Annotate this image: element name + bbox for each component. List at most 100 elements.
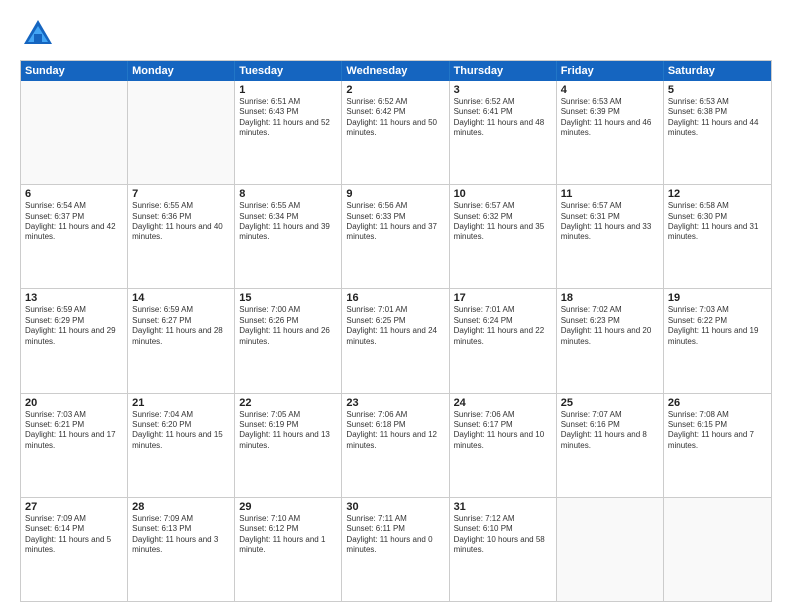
calendar-body: 1Sunrise: 6:51 AMSunset: 6:43 PMDaylight…	[21, 81, 771, 601]
day-number: 17	[454, 292, 552, 304]
day-number: 26	[668, 397, 767, 409]
day-cell-empty	[664, 498, 771, 601]
daylight-text: Daylight: 11 hours and 28 minutes.	[132, 326, 230, 347]
daylight-text: Daylight: 11 hours and 35 minutes.	[454, 222, 552, 243]
day-number: 3	[454, 84, 552, 96]
daylight-text: Daylight: 11 hours and 0 minutes.	[346, 535, 444, 556]
daylight-text: Daylight: 11 hours and 7 minutes.	[668, 430, 767, 451]
sunrise-text: Sunrise: 7:01 AM	[454, 305, 552, 315]
daylight-text: Daylight: 11 hours and 19 minutes.	[668, 326, 767, 347]
sunrise-text: Sunrise: 6:57 AM	[561, 201, 659, 211]
daylight-text: Daylight: 11 hours and 37 minutes.	[346, 222, 444, 243]
sunset-text: Sunset: 6:41 PM	[454, 107, 552, 117]
day-cell-30: 30Sunrise: 7:11 AMSunset: 6:11 PMDayligh…	[342, 498, 449, 601]
day-number: 27	[25, 501, 123, 513]
daylight-text: Daylight: 11 hours and 29 minutes.	[25, 326, 123, 347]
header	[20, 16, 772, 52]
sunset-text: Sunset: 6:14 PM	[25, 524, 123, 534]
sunset-text: Sunset: 6:42 PM	[346, 107, 444, 117]
header-day-thursday: Thursday	[450, 61, 557, 81]
daylight-text: Daylight: 11 hours and 12 minutes.	[346, 430, 444, 451]
day-cell-26: 26Sunrise: 7:08 AMSunset: 6:15 PMDayligh…	[664, 394, 771, 497]
sunset-text: Sunset: 6:18 PM	[346, 420, 444, 430]
day-cell-23: 23Sunrise: 7:06 AMSunset: 6:18 PMDayligh…	[342, 394, 449, 497]
day-number: 6	[25, 188, 123, 200]
day-number: 1	[239, 84, 337, 96]
sunrise-text: Sunrise: 7:10 AM	[239, 514, 337, 524]
day-cell-empty	[557, 498, 664, 601]
day-cell-5: 5Sunrise: 6:53 AMSunset: 6:38 PMDaylight…	[664, 81, 771, 184]
daylight-text: Daylight: 11 hours and 33 minutes.	[561, 222, 659, 243]
sunset-text: Sunset: 6:16 PM	[561, 420, 659, 430]
day-cell-11: 11Sunrise: 6:57 AMSunset: 6:31 PMDayligh…	[557, 185, 664, 288]
day-number: 30	[346, 501, 444, 513]
day-number: 5	[668, 84, 767, 96]
day-cell-24: 24Sunrise: 7:06 AMSunset: 6:17 PMDayligh…	[450, 394, 557, 497]
header-day-wednesday: Wednesday	[342, 61, 449, 81]
sunset-text: Sunset: 6:20 PM	[132, 420, 230, 430]
day-number: 2	[346, 84, 444, 96]
sunset-text: Sunset: 6:30 PM	[668, 212, 767, 222]
daylight-text: Daylight: 11 hours and 31 minutes.	[668, 222, 767, 243]
sunset-text: Sunset: 6:15 PM	[668, 420, 767, 430]
sunset-text: Sunset: 6:19 PM	[239, 420, 337, 430]
sunrise-text: Sunrise: 6:53 AM	[561, 97, 659, 107]
daylight-text: Daylight: 11 hours and 17 minutes.	[25, 430, 123, 451]
day-cell-15: 15Sunrise: 7:00 AMSunset: 6:26 PMDayligh…	[235, 289, 342, 392]
daylight-text: Daylight: 11 hours and 22 minutes.	[454, 326, 552, 347]
daylight-text: Daylight: 11 hours and 3 minutes.	[132, 535, 230, 556]
sunset-text: Sunset: 6:13 PM	[132, 524, 230, 534]
sunrise-text: Sunrise: 7:08 AM	[668, 410, 767, 420]
daylight-text: Daylight: 11 hours and 26 minutes.	[239, 326, 337, 347]
sunrise-text: Sunrise: 6:59 AM	[132, 305, 230, 315]
day-cell-20: 20Sunrise: 7:03 AMSunset: 6:21 PMDayligh…	[21, 394, 128, 497]
sunrise-text: Sunrise: 6:52 AM	[346, 97, 444, 107]
daylight-text: Daylight: 11 hours and 39 minutes.	[239, 222, 337, 243]
sunrise-text: Sunrise: 7:09 AM	[25, 514, 123, 524]
day-number: 9	[346, 188, 444, 200]
daylight-text: Daylight: 10 hours and 58 minutes.	[454, 535, 552, 556]
daylight-text: Daylight: 11 hours and 50 minutes.	[346, 118, 444, 139]
sunset-text: Sunset: 6:10 PM	[454, 524, 552, 534]
sunrise-text: Sunrise: 7:03 AM	[668, 305, 767, 315]
sunrise-text: Sunrise: 7:11 AM	[346, 514, 444, 524]
day-cell-28: 28Sunrise: 7:09 AMSunset: 6:13 PMDayligh…	[128, 498, 235, 601]
day-number: 20	[25, 397, 123, 409]
calendar: SundayMondayTuesdayWednesdayThursdayFrid…	[20, 60, 772, 602]
day-cell-19: 19Sunrise: 7:03 AMSunset: 6:22 PMDayligh…	[664, 289, 771, 392]
day-cell-1: 1Sunrise: 6:51 AMSunset: 6:43 PMDaylight…	[235, 81, 342, 184]
sunrise-text: Sunrise: 7:05 AM	[239, 410, 337, 420]
daylight-text: Daylight: 11 hours and 42 minutes.	[25, 222, 123, 243]
day-cell-27: 27Sunrise: 7:09 AMSunset: 6:14 PMDayligh…	[21, 498, 128, 601]
sunset-text: Sunset: 6:29 PM	[25, 316, 123, 326]
header-day-sunday: Sunday	[21, 61, 128, 81]
day-number: 21	[132, 397, 230, 409]
sunrise-text: Sunrise: 7:00 AM	[239, 305, 337, 315]
daylight-text: Daylight: 11 hours and 40 minutes.	[132, 222, 230, 243]
day-number: 10	[454, 188, 552, 200]
day-cell-21: 21Sunrise: 7:04 AMSunset: 6:20 PMDayligh…	[128, 394, 235, 497]
day-cell-3: 3Sunrise: 6:52 AMSunset: 6:41 PMDaylight…	[450, 81, 557, 184]
day-number: 11	[561, 188, 659, 200]
sunset-text: Sunset: 6:39 PM	[561, 107, 659, 117]
sunrise-text: Sunrise: 6:56 AM	[346, 201, 444, 211]
sunset-text: Sunset: 6:22 PM	[668, 316, 767, 326]
sunrise-text: Sunrise: 6:54 AM	[25, 201, 123, 211]
day-number: 7	[132, 188, 230, 200]
sunrise-text: Sunrise: 7:03 AM	[25, 410, 123, 420]
sunrise-text: Sunrise: 6:55 AM	[239, 201, 337, 211]
sunset-text: Sunset: 6:23 PM	[561, 316, 659, 326]
calendar-row-1: 1Sunrise: 6:51 AMSunset: 6:43 PMDaylight…	[21, 81, 771, 184]
sunrise-text: Sunrise: 6:51 AM	[239, 97, 337, 107]
day-number: 12	[668, 188, 767, 200]
sunrise-text: Sunrise: 6:58 AM	[668, 201, 767, 211]
day-cell-2: 2Sunrise: 6:52 AMSunset: 6:42 PMDaylight…	[342, 81, 449, 184]
day-number: 4	[561, 84, 659, 96]
sunset-text: Sunset: 6:27 PM	[132, 316, 230, 326]
day-cell-25: 25Sunrise: 7:07 AMSunset: 6:16 PMDayligh…	[557, 394, 664, 497]
sunset-text: Sunset: 6:11 PM	[346, 524, 444, 534]
sunrise-text: Sunrise: 7:04 AM	[132, 410, 230, 420]
sunset-text: Sunset: 6:21 PM	[25, 420, 123, 430]
day-number: 18	[561, 292, 659, 304]
daylight-text: Daylight: 11 hours and 24 minutes.	[346, 326, 444, 347]
